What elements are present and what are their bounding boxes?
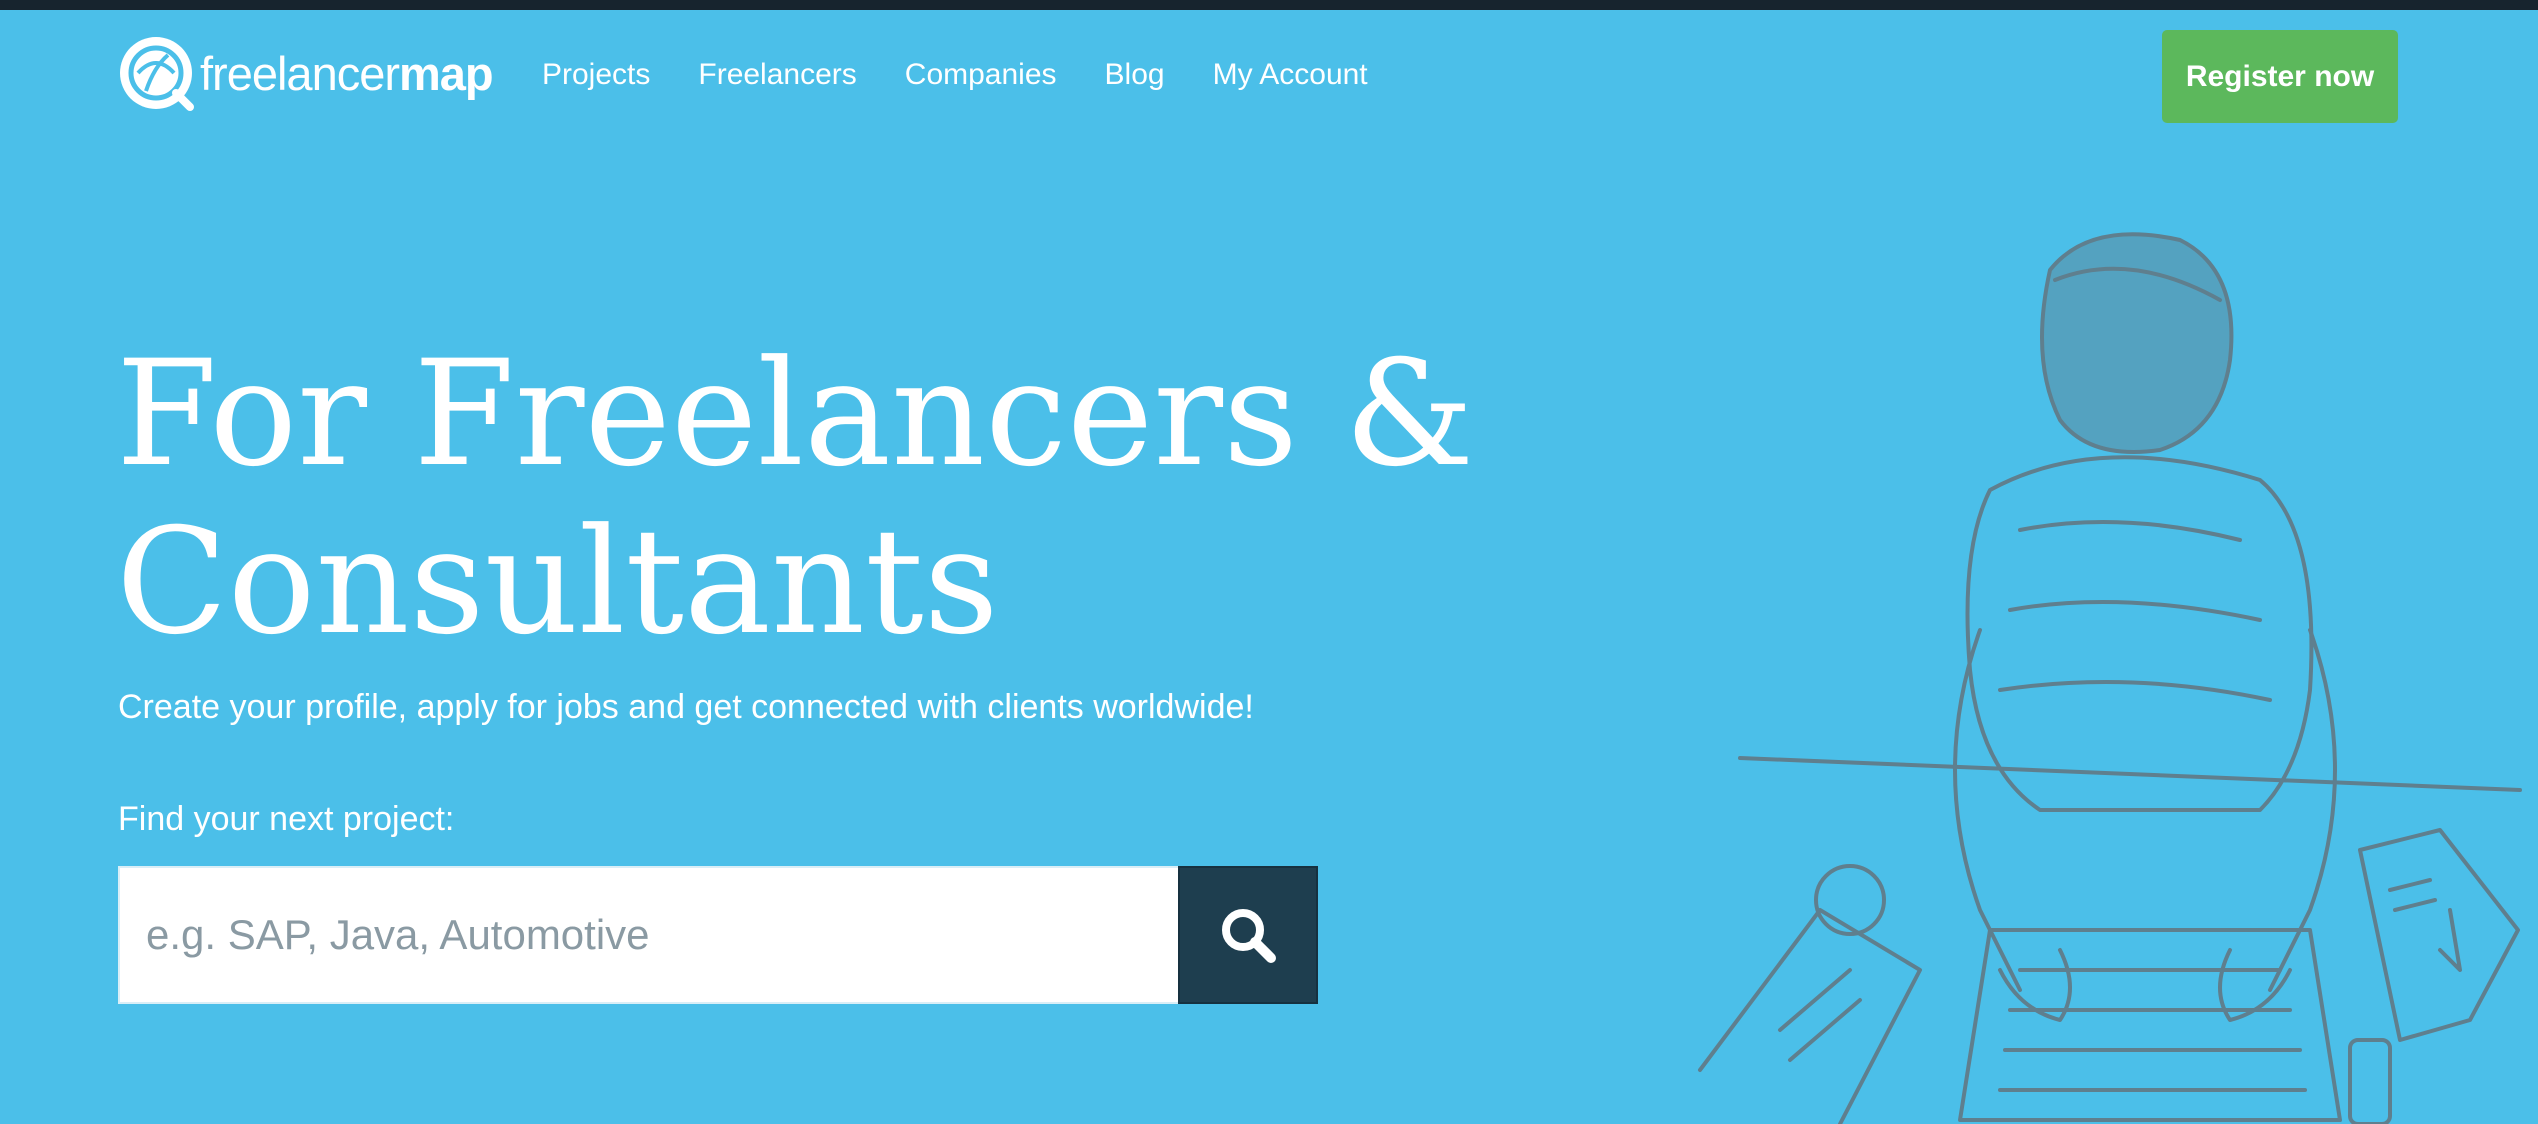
hero-title: For Freelancers & Consultants — [116, 330, 1516, 666]
register-now-button[interactable]: Register now — [2162, 30, 2398, 123]
freelancer-sketch-illustration — [1698, 232, 2522, 1124]
logo[interactable]: freelancermap — [116, 28, 494, 118]
top-strip — [0, 0, 2538, 10]
search-button[interactable] — [1178, 866, 1318, 1004]
find-project-label: Find your next project: — [118, 800, 455, 838]
search-icon — [1222, 909, 1276, 963]
nav-blog[interactable]: Blog — [1105, 58, 1165, 92]
hero-title-line2: Consultants — [116, 497, 999, 667]
navbar: freelancermap Projects Freelancers Compa… — [0, 10, 2538, 140]
logo-text-bold: map — [399, 46, 494, 100]
nav-companies[interactable]: Companies — [905, 58, 1057, 92]
nav-my-account[interactable]: My Account — [1213, 58, 1368, 92]
globe-logo-icon — [120, 37, 194, 111]
project-search-form — [118, 866, 1318, 1004]
nav-projects[interactable]: Projects — [542, 58, 650, 92]
hero-title-line1: For Freelancers & — [116, 329, 1475, 499]
main-nav: Projects Freelancers Companies Blog My A… — [542, 58, 1416, 92]
nav-freelancers[interactable]: Freelancers — [698, 58, 856, 92]
hero-subtitle: Create your profile, apply for jobs and … — [118, 688, 1254, 726]
project-search-input[interactable] — [118, 866, 1178, 1004]
logo-text: freelancermap — [200, 46, 494, 100]
logo-text-light: freelancer — [200, 46, 400, 100]
